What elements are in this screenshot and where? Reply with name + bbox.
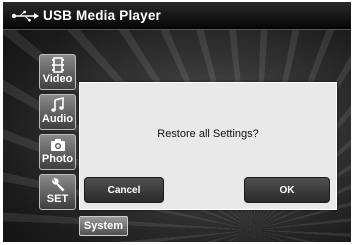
ok-button[interactable]: OK bbox=[244, 177, 330, 203]
tab-audio-label: Audio bbox=[41, 113, 74, 125]
tab-system[interactable]: System bbox=[79, 216, 128, 236]
usb-icon bbox=[11, 10, 39, 21]
tab-photo-label: Photo bbox=[41, 153, 74, 165]
dialog-message: Restore all Settings? bbox=[157, 128, 259, 140]
music-note-icon bbox=[50, 97, 64, 112]
wrench-icon bbox=[51, 178, 64, 192]
tab-video[interactable]: Video bbox=[39, 54, 76, 90]
camera-icon bbox=[50, 139, 65, 151]
cancel-button[interactable]: Cancel bbox=[84, 177, 164, 203]
tab-system-label: System bbox=[83, 220, 124, 232]
film-icon bbox=[51, 57, 64, 73]
tab-set-label: SET bbox=[46, 193, 69, 205]
tab-photo[interactable]: Photo bbox=[39, 134, 76, 170]
player-screen: USB Media Player Video Audio Photo SET S… bbox=[3, 2, 351, 242]
confirm-dialog: Restore all Settings? Cancel OK bbox=[79, 82, 337, 210]
tab-audio[interactable]: Audio bbox=[39, 94, 76, 130]
tab-video-label: Video bbox=[42, 73, 73, 85]
tab-set[interactable]: SET bbox=[39, 174, 76, 210]
app-title: USB Media Player bbox=[43, 8, 161, 23]
title-bar: USB Media Player bbox=[3, 2, 351, 30]
